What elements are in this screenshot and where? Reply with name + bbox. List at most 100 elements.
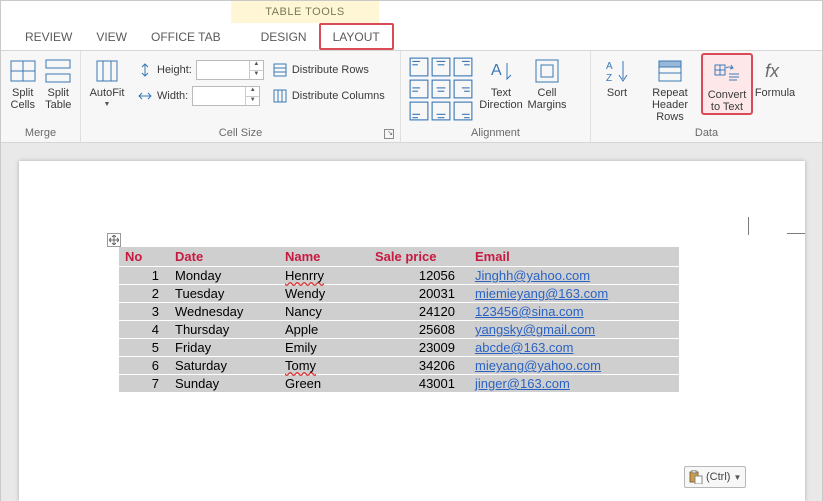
- cell-name: Emily: [279, 339, 369, 357]
- cell-name: Henrry: [279, 267, 369, 285]
- align-mid-center-button[interactable]: [431, 79, 451, 99]
- split-table-button[interactable]: Split Table: [41, 53, 77, 111]
- align-top-left-button[interactable]: [409, 57, 429, 77]
- group-data: AZ Sort Repeat Header Rows Convert to Te…: [591, 51, 822, 142]
- chevron-down-icon: ▼: [733, 473, 741, 482]
- distribute-columns-button[interactable]: Distribute Columns: [272, 85, 385, 107]
- spin-down-icon[interactable]: ▼: [245, 97, 259, 106]
- table-row[interactable]: 3WednesdayNancy24120123456@sina.com: [119, 303, 679, 321]
- cell-price: 43001: [369, 375, 469, 393]
- distribute-columns-label: Distribute Columns: [292, 90, 385, 102]
- align-mid-left-button[interactable]: [409, 79, 429, 99]
- spin-up-icon[interactable]: ▲: [249, 61, 263, 71]
- align-bot-left-button[interactable]: [409, 101, 429, 121]
- autofit-button[interactable]: AutoFit ▼: [85, 53, 129, 108]
- cell-date: Thursday: [169, 321, 279, 339]
- col-date: Date: [169, 247, 279, 267]
- table-move-handle[interactable]: [107, 233, 121, 247]
- formula-button[interactable]: fx Formula: [753, 53, 797, 99]
- tab-review[interactable]: REVIEW: [13, 23, 84, 50]
- tab-layout[interactable]: LAYOUT: [319, 23, 394, 50]
- split-cells-button[interactable]: Split Cells: [5, 53, 41, 111]
- autofit-label: AutoFit: [90, 87, 125, 99]
- tab-office-tab[interactable]: OFFICE TAB: [139, 23, 233, 50]
- spin-up-icon[interactable]: ▲: [245, 87, 259, 97]
- tab-design[interactable]: DESIGN: [249, 23, 319, 50]
- height-label: Height:: [157, 64, 192, 76]
- email-link[interactable]: Jinghh@yahoo.com: [475, 268, 590, 283]
- cell-price: 24120: [369, 303, 469, 321]
- height-spinner[interactable]: ▲▼: [196, 60, 264, 80]
- cell-email: yangsky@gmail.com: [469, 321, 679, 339]
- email-link[interactable]: miemieyang@163.com: [475, 286, 608, 301]
- email-link[interactable]: yangsky@gmail.com: [475, 322, 595, 337]
- dialog-launcher-icon[interactable]: ↘: [384, 129, 394, 139]
- formula-label: Formula: [755, 87, 795, 99]
- formula-icon: fx: [761, 57, 789, 85]
- cell-no: 2: [119, 285, 169, 303]
- align-top-center-button[interactable]: [431, 57, 451, 77]
- col-name: Name: [279, 247, 369, 267]
- group-cell-size: AutoFit ▼ Height: ▲▼ Width:: [81, 51, 401, 142]
- document-area[interactable]: No Date Name Sale price Email 1MondayHen…: [1, 143, 822, 501]
- page: No Date Name Sale price Email 1MondayHen…: [19, 161, 805, 501]
- col-email: Email: [469, 247, 679, 267]
- table-row[interactable]: 7SundayGreen43001 jinger@163.com: [119, 375, 679, 393]
- table-row[interactable]: 5FridayEmily23009abcde@163.com: [119, 339, 679, 357]
- data-table[interactable]: No Date Name Sale price Email 1MondayHen…: [119, 247, 679, 393]
- table-tools-context-label: TABLE TOOLS: [231, 1, 379, 23]
- sort-label: Sort: [607, 87, 627, 99]
- repeat-header-label: Repeat Header Rows: [639, 87, 701, 123]
- align-bot-center-button[interactable]: [431, 101, 451, 121]
- email-link[interactable]: jinger@163.com: [475, 376, 570, 391]
- width-label: Width:: [157, 90, 188, 102]
- group-data-label: Data: [595, 125, 818, 142]
- group-merge: Split Cells Split Table Merge: [1, 51, 81, 142]
- cell-name: Green: [279, 375, 369, 393]
- sort-icon: AZ: [603, 57, 631, 85]
- distribute-columns-icon: [272, 88, 288, 104]
- align-mid-right-button[interactable]: [453, 79, 473, 99]
- distribute-rows-icon: [272, 62, 288, 78]
- convert-to-text-button[interactable]: Convert to Text: [701, 53, 753, 115]
- table-row[interactable]: 2TuesdayWendy20031miemieyang@163.com: [119, 285, 679, 303]
- height-input[interactable]: [197, 61, 249, 79]
- cell-email: 123456@sina.com: [469, 303, 679, 321]
- paste-options-button[interactable]: (Ctrl) ▼: [684, 466, 746, 488]
- text-direction-icon: A: [487, 57, 515, 85]
- align-bot-right-button[interactable]: [453, 101, 473, 121]
- email-link[interactable]: 123456@sina.com: [475, 304, 584, 319]
- repeat-header-icon: [656, 57, 684, 85]
- cell-date: Friday: [169, 339, 279, 357]
- convert-to-text-label: Convert to Text: [708, 89, 747, 113]
- text-direction-label: Text Direction: [479, 87, 522, 111]
- width-input[interactable]: [193, 87, 245, 105]
- align-top-right-button[interactable]: [453, 57, 473, 77]
- cell-email: abcde@163.com: [469, 339, 679, 357]
- cell-date: Sunday: [169, 375, 279, 393]
- split-cells-icon: [9, 57, 37, 85]
- svg-text:Z: Z: [606, 73, 612, 84]
- paste-options-label: (Ctrl): [706, 471, 730, 483]
- email-link[interactable]: mieyang@yahoo.com: [475, 358, 601, 373]
- convert-to-text-icon: [713, 59, 741, 87]
- table-row[interactable]: 1MondayHenrry12056Jinghh@yahoo.com: [119, 267, 679, 285]
- email-link[interactable]: abcde@163.com: [475, 340, 573, 355]
- cell-no: 7: [119, 375, 169, 393]
- cell-date: Saturday: [169, 357, 279, 375]
- width-spinner[interactable]: ▲▼: [192, 86, 260, 106]
- sort-button[interactable]: AZ Sort: [595, 53, 639, 99]
- repeat-header-rows-button[interactable]: Repeat Header Rows: [639, 53, 701, 123]
- tab-view[interactable]: VIEW: [84, 23, 139, 50]
- text-direction-button[interactable]: A Text Direction: [479, 53, 523, 111]
- cell-date: Wednesday: [169, 303, 279, 321]
- table-row[interactable]: 6SaturdayTomy34206mieyang@yahoo.com: [119, 357, 679, 375]
- table-row[interactable]: 4ThursdayApple25608yangsky@gmail.com: [119, 321, 679, 339]
- spin-down-icon[interactable]: ▼: [249, 71, 263, 80]
- col-no: No: [119, 247, 169, 267]
- cell-price: 20031: [369, 285, 469, 303]
- cell-date: Tuesday: [169, 285, 279, 303]
- cell-margins-button[interactable]: Cell Margins: [525, 53, 569, 111]
- ribbon: Split Cells Split Table Merge AutoFit ▼: [1, 51, 822, 143]
- distribute-rows-button[interactable]: Distribute Rows: [272, 59, 385, 81]
